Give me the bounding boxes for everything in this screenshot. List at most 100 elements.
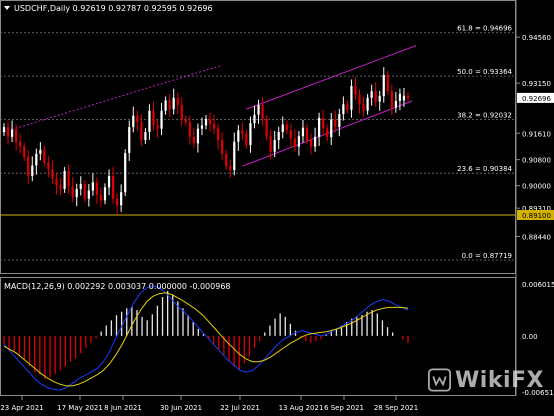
candle-body: [366, 97, 369, 111]
candle-body: [10, 129, 14, 137]
candle-body: [322, 117, 325, 129]
candle-body: [172, 97, 175, 110]
candle-body: [31, 165, 34, 176]
candle-body: [301, 127, 305, 137]
candle-body: [229, 166, 232, 171]
candle-body: [87, 190, 90, 199]
candle-body: [350, 86, 353, 110]
candle-body: [281, 124, 284, 132]
candle-body: [79, 184, 82, 189]
candle-body: [103, 187, 107, 201]
candle-body: [273, 140, 276, 152]
support-price-label: 0.89100: [522, 212, 551, 220]
candle-body: [19, 141, 22, 147]
candle-body: [47, 162, 50, 170]
candle-body: [148, 110, 151, 132]
candle-body: [269, 136, 272, 152]
candle-body: [277, 131, 280, 141]
candle-body: [63, 171, 66, 189]
wikifx-watermark: WikiFX: [428, 360, 544, 400]
candle-body: [192, 136, 195, 144]
candle-body: [132, 115, 135, 128]
time-axis-label: 6 Sep 2021: [324, 404, 364, 412]
candle-body: [318, 117, 321, 137]
candle-body: [297, 136, 301, 147]
candle-body: [75, 188, 78, 198]
price-axis-label: 0.91610: [522, 130, 551, 138]
time-axis-label: 28 Sep 2021: [374, 404, 418, 412]
candle-body: [245, 133, 248, 145]
candle-body: [338, 114, 341, 128]
candle-body: [309, 140, 313, 147]
candle-body: [346, 104, 349, 110]
price-axis-label: 0.90000: [522, 183, 551, 191]
candle-body: [111, 175, 115, 199]
fib-label: 61.8 = 0.94696: [457, 25, 512, 33]
macd-axis-label: 0.00: [522, 333, 538, 341]
candle-body: [116, 198, 119, 206]
candle-body: [152, 110, 155, 126]
candle-body: [168, 100, 171, 110]
fib-label: 50.0 = 0.93364: [457, 68, 512, 76]
candle-body: [382, 74, 385, 97]
candle-body: [2, 127, 6, 132]
macd-title: MACD(12,26,9) 0.002292 0.003037 0.000000…: [4, 282, 231, 291]
candle-body: [120, 192, 123, 206]
candle-body: [35, 153, 38, 166]
candle-body: [390, 91, 393, 108]
candle-body: [398, 93, 402, 102]
candle-body: [136, 115, 139, 123]
candle-body: [188, 122, 191, 137]
chart[interactable]: 61.8 = 0.94696 50.0 = 0.93364 38.2 = 0.920…: [0, 0, 554, 416]
candle-body: [39, 149, 42, 154]
candle-body: [212, 123, 216, 129]
candle-body: [95, 182, 99, 195]
candle-body: [51, 169, 54, 179]
candle-body: [354, 86, 357, 95]
candle-body: [200, 125, 204, 129]
time-axis-label: 22 Jul 2021: [220, 404, 260, 412]
candle-body: [378, 96, 381, 102]
candle-body: [160, 110, 163, 129]
candle-body: [293, 138, 296, 147]
candle-body: [59, 185, 62, 189]
candle-body: [140, 122, 143, 141]
candle-body: [83, 184, 86, 199]
price-axis-label: 0.88440: [522, 233, 551, 241]
price-axis-label: 0.94560: [522, 34, 551, 42]
candle-body: [342, 104, 345, 115]
candle-body: [394, 101, 397, 108]
time-axis-label: 30 Jun 2021: [160, 404, 202, 412]
macd-axis-label: 0.006015: [522, 281, 554, 289]
candle-body: [164, 100, 167, 111]
candle-body: [180, 104, 183, 120]
candle-body: [27, 157, 30, 176]
candle-body: [144, 131, 147, 141]
time-axis-label: 23 Apr 2021: [0, 404, 43, 412]
time-axis-label: 17 May 2021: [57, 404, 103, 412]
candle-body: [362, 104, 365, 111]
candle-body: [55, 178, 58, 186]
candle-body: [225, 153, 228, 167]
candle-body: [71, 186, 74, 198]
candle-body: [374, 91, 377, 102]
candle-body: [406, 95, 410, 98]
candle-body: [261, 104, 264, 119]
candle-body: [402, 95, 406, 101]
candle-body: [330, 119, 333, 138]
candle-body: [124, 153, 127, 193]
candle-body: [221, 140, 224, 154]
candle-body: [208, 118, 212, 124]
candle-body: [237, 130, 240, 142]
candle-body: [334, 119, 337, 128]
current-price-label: 0.92696: [522, 95, 551, 103]
fib-label: 0.0 = 0.87719: [462, 252, 512, 260]
candle-body: [241, 130, 244, 134]
candle-body: [265, 118, 268, 137]
candle-body: [386, 74, 389, 92]
candle-body: [6, 127, 10, 137]
candle-body: [233, 141, 236, 171]
candle-body: [196, 128, 200, 144]
candle-body: [23, 146, 26, 158]
candle-body: [156, 125, 159, 129]
